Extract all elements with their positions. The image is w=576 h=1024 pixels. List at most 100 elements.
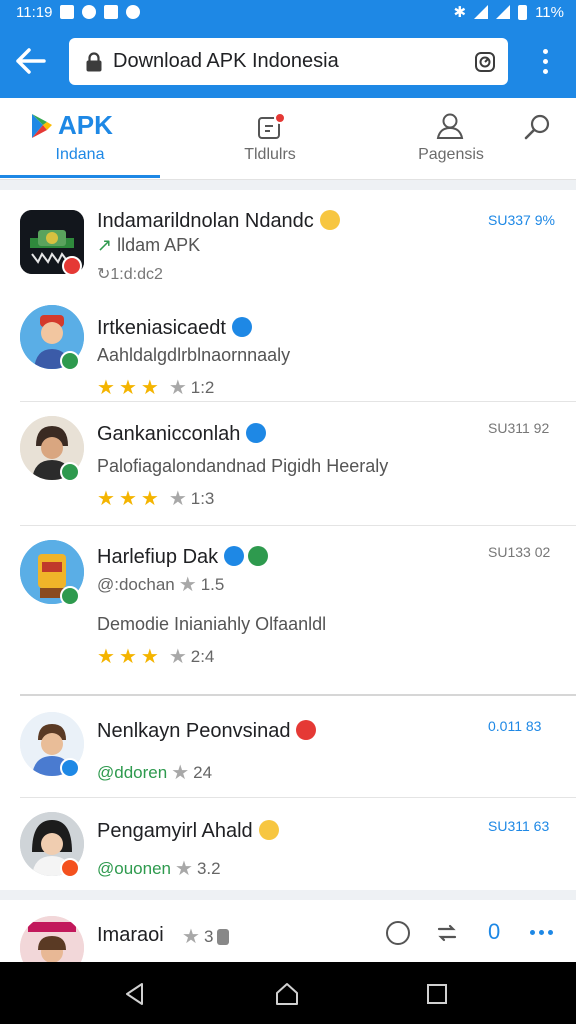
tab-notifications[interactable]: Tldlulrs <box>200 98 340 180</box>
app-notification-icon <box>82 5 97 19</box>
person-icon <box>436 113 464 139</box>
tab-home-label: Indana <box>55 146 105 163</box>
more-options-icon[interactable] <box>530 930 553 935</box>
star-icon: ★ <box>97 646 115 668</box>
tab-home[interactable]: APK Indana <box>0 98 160 180</box>
post-card: Imaraoi ★ 3 0 <box>0 900 576 962</box>
list-item[interactable]: Nenlkayn Peonvsinad @ddoren ★ 24 0.011 8… <box>0 696 576 796</box>
star-icon: ★ <box>118 488 137 510</box>
star-icon: ★ <box>118 646 137 668</box>
verified-check-icon <box>60 462 80 482</box>
star-rating: ★ ★ ★ ★ 1:2 <box>97 375 214 400</box>
gallery-notification-icon <box>60 5 75 19</box>
signal-icon <box>496 5 511 19</box>
verified-check-icon <box>60 758 80 778</box>
rating-value: 24 <box>193 762 213 782</box>
nav-home-icon[interactable] <box>274 981 300 1007</box>
section-gap <box>0 890 576 900</box>
list-item[interactable]: Indamarildnolan Ndandc ↗︎ lldam APK ↻1:d… <box>0 190 576 295</box>
star-icon: ★ <box>140 646 159 668</box>
subtitle-rating: @:dochan ★ 1.5 <box>97 572 224 597</box>
apk-logo-text: APK <box>58 110 113 140</box>
star-grey-icon: ★ <box>175 858 193 880</box>
list-item[interactable]: Pengamyirl Ahald @ouonen ★ 3.2 SU311 63 <box>0 798 576 890</box>
like-circle-icon[interactable] <box>386 921 410 945</box>
star-grey-icon: ★ <box>168 488 187 510</box>
emoji-icon <box>258 820 279 840</box>
item-title: Nenlkayn Peonvsinad <box>97 720 317 743</box>
notification-badge <box>274 112 286 124</box>
status-time: 11:19 <box>16 3 53 21</box>
star-icon: ★ <box>118 377 137 399</box>
list-item[interactable]: Irtkeniasicaedt Aahldalgdlrblnaornnaaly … <box>0 295 576 401</box>
url-text: Download APK Indonesia <box>113 50 339 72</box>
verified-icon <box>224 546 245 566</box>
star-rating: ★ ★ ★ ★ 1:3 <box>97 486 214 511</box>
search-icon[interactable] <box>522 112 552 142</box>
section-gap <box>0 180 576 190</box>
thumb-icon <box>217 928 230 945</box>
rating-value: 3.2 <box>196 858 221 878</box>
item-title: Harlefiup Dak <box>97 546 269 569</box>
item-description: Demodie Inianiahly Olfaanldl <box>97 614 327 634</box>
item-subtitle: Palofiagalondandnad Pigidh Heeraly <box>97 456 389 476</box>
battery-level: 11% <box>535 3 564 21</box>
item-handle: @ouonen <box>97 858 171 878</box>
item-title: Indamarildnolan Ndandc <box>97 210 340 233</box>
verified-check-icon <box>60 351 80 371</box>
rating-value: 1:3 <box>190 488 215 508</box>
rating-value: 1:2 <box>190 377 215 397</box>
item-handle: @:dochan <box>97 574 175 594</box>
address-bar[interactable]: Download APK Indonesia <box>69 38 508 85</box>
verified-icon <box>246 423 267 443</box>
nav-back-icon[interactable] <box>122 981 148 1007</box>
subtitle-rating: @ddoren ★ 24 <box>97 760 212 785</box>
heart-icon <box>248 546 269 566</box>
nav-recents-icon[interactable] <box>424 981 450 1007</box>
item-meta: SU133 02 <box>488 544 551 560</box>
star-grey-icon: ★ <box>178 574 197 596</box>
apk-logo: APK <box>30 110 113 141</box>
list-item[interactable]: Gankanicconlah Palofiagalondandnad Pigid… <box>0 402 576 526</box>
browser-toolbar: Download APK Indonesia <box>0 24 576 98</box>
list-item[interactable]: Harlefiup Dak @:dochan ★ 1.5 Demodie Ini… <box>0 526 576 694</box>
back-arrow-icon[interactable] <box>14 46 48 76</box>
item-meta: 0.011 83 <box>488 718 542 734</box>
wifi-icon <box>474 5 489 19</box>
item-meta: SU311 92 <box>488 420 550 436</box>
star-grey-icon: ★ <box>168 377 187 399</box>
item-title: Irtkeniasicaedt <box>97 317 252 340</box>
fire-badge-icon <box>60 858 80 878</box>
item-title: Imaraoi <box>97 924 164 946</box>
menu-more-icon[interactable] <box>534 46 556 76</box>
star-icon: ★ <box>97 488 115 510</box>
item-extra: ↻1:d:dc2 <box>97 266 163 283</box>
star-icon: ★ <box>97 377 115 399</box>
star-grey-icon: ★ <box>168 646 187 668</box>
play-triangle-icon <box>32 113 52 138</box>
item-handle: @ddoren <box>97 762 168 782</box>
chat-notification-icon <box>126 5 141 19</box>
rating-value: 1.5 <box>200 574 225 594</box>
status-bar: 11:19 ✱ 11% <box>0 0 576 24</box>
emoji-icon <box>319 210 340 230</box>
hot-badge-icon <box>62 256 82 276</box>
system-navigation-bar <box>0 962 576 1024</box>
subtitle-rating: @ouonen ★ 3.2 <box>97 856 221 881</box>
item-meta: SU337 9% <box>488 212 555 228</box>
active-tab-indicator <box>0 175 160 178</box>
tab-bar: APK Indana Tldlulrs Pagensis <box>0 98 576 180</box>
repost-icon[interactable] <box>434 920 460 946</box>
comment-count[interactable]: 0 <box>488 919 500 945</box>
item-subtitle: ↗︎ lldam APK <box>97 235 201 255</box>
sync-notification-icon <box>104 5 119 19</box>
item-title: Pengamyirl Ahald <box>97 820 279 843</box>
subtitle-rating: ★ 3 <box>182 924 230 949</box>
battery-icon <box>518 4 528 20</box>
star-grey-icon: ★ <box>182 926 200 948</box>
page-info-icon[interactable] <box>474 51 496 73</box>
star-rating: ★ ★ ★ ★ 2:4 <box>97 644 214 669</box>
star-icon: ★ <box>140 488 159 510</box>
tab-profile[interactable]: Pagensis <box>380 98 522 180</box>
bluetooth-icon: ✱ <box>453 4 467 21</box>
